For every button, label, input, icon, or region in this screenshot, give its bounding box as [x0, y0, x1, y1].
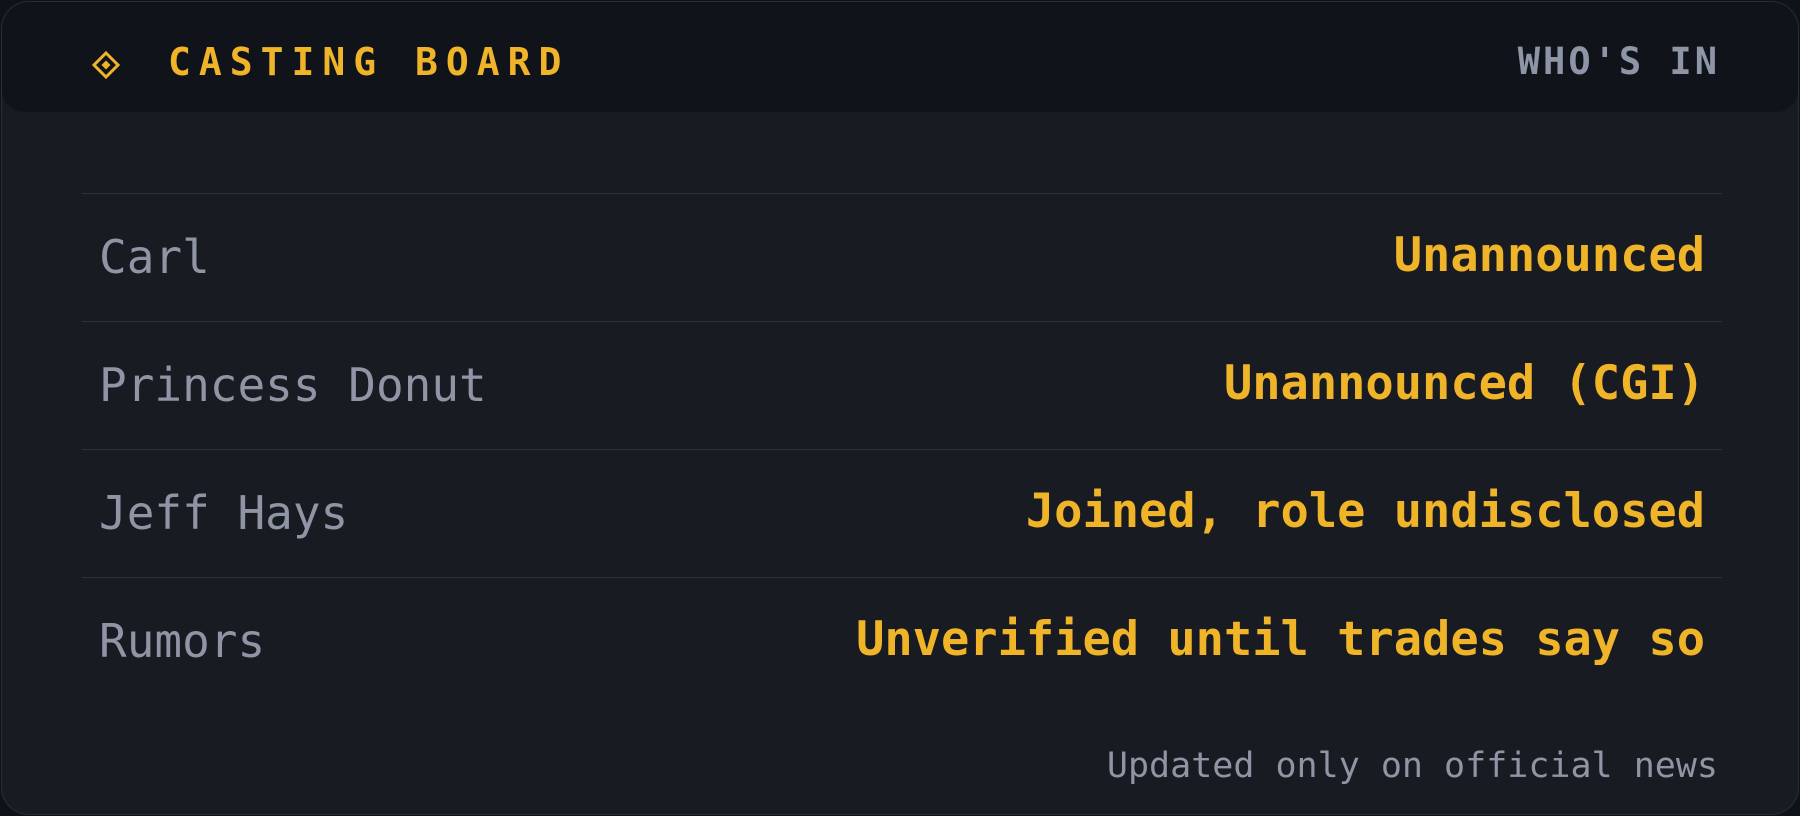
- character-name: Rumors: [99, 614, 266, 668]
- cast-list: Carl Unannounced Princess Donut Unannoun…: [82, 193, 1722, 705]
- diamond-icon: [92, 51, 120, 79]
- board-title: CASTING BOARD: [168, 40, 570, 84]
- character-name: Jeff Hays: [99, 486, 349, 540]
- card-header: CASTING BOARD WHO'S IN: [2, 2, 1798, 112]
- list-item: Rumors Unverified until trades say so: [82, 577, 1722, 705]
- character-name: Princess Donut: [99, 358, 487, 412]
- casting-status: Unannounced (CGI): [1223, 356, 1705, 411]
- whos-in-label: WHO'S IN: [1517, 40, 1720, 83]
- casting-status: Unverified until trades say so: [856, 612, 1705, 667]
- list-item: Carl Unannounced: [82, 193, 1722, 321]
- casting-board-card: CASTING BOARD WHO'S IN Carl Unannounced …: [1, 1, 1799, 815]
- list-item: Princess Donut Unannounced (CGI): [82, 321, 1722, 449]
- update-footnote: Updated only on official news: [1106, 746, 1718, 786]
- list-item: Jeff Hays Joined, role undisclosed: [82, 449, 1722, 577]
- casting-status: Unannounced: [1393, 228, 1705, 283]
- casting-status: Joined, role undisclosed: [1025, 484, 1705, 539]
- character-name: Carl: [99, 230, 210, 284]
